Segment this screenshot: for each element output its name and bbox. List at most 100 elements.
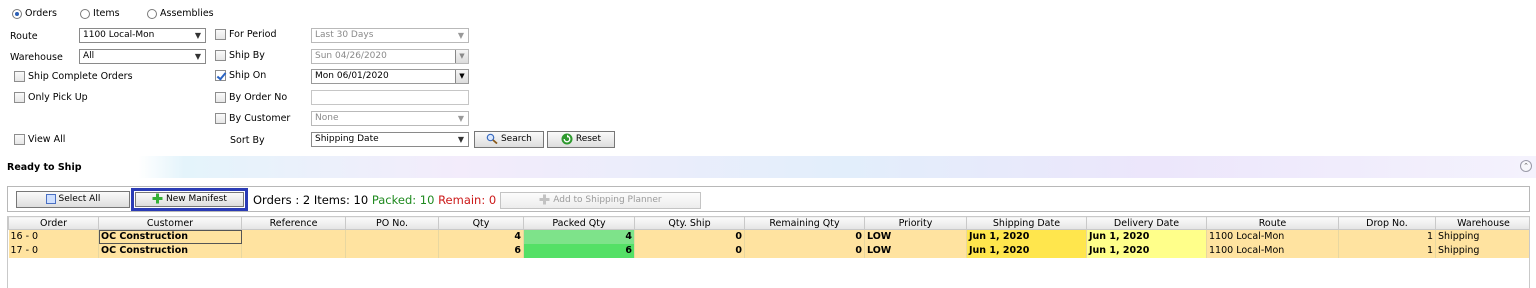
column-header-qty-ship[interactable]: Qty. Ship <box>634 216 745 230</box>
magnifier-icon <box>486 133 498 144</box>
assemblies-radio[interactable] <box>147 8 157 19</box>
customer-select[interactable]: None ▼ <box>311 111 469 126</box>
ship-on-label: Ship On <box>229 70 267 81</box>
cell-customer[interactable]: OC Construction <box>98 229 242 244</box>
chevron-down-icon: ▼ <box>457 31 465 40</box>
items-radio-label: Items <box>93 8 120 19</box>
orders-table: Order Customer Reference PO No. Qty Pack… <box>8 216 1529 258</box>
sort-by-label: Sort By <box>230 135 265 146</box>
cell-packed-qty: 6 <box>523 243 635 258</box>
refresh-icon <box>561 133 573 144</box>
grid-toolbar: Select All New Manifest Orders : 2 Items… <box>7 186 1530 212</box>
cell-packed-qty: 4 <box>523 229 635 244</box>
cell-qty: 6 <box>438 243 524 258</box>
assemblies-radio-label: Assemblies <box>160 8 214 19</box>
column-header-shipping-date[interactable]: Shipping Date <box>966 216 1087 230</box>
ship-by-date-picker[interactable]: Sun 04/26/2020 ▼ <box>311 49 469 64</box>
view-option-items[interactable]: Items <box>80 8 120 19</box>
cell-shipping-date: Jun 1, 2020 <box>966 243 1087 258</box>
calendar-dropdown-icon[interactable]: ▼ <box>455 70 468 83</box>
customer-select-value: None <box>315 113 339 123</box>
search-button[interactable]: Search <box>474 131 544 148</box>
column-header-remaining-qty[interactable]: Remaining Qty <box>744 216 865 230</box>
orders-grid: Order Customer Reference PO No. Qty Pack… <box>7 216 1530 288</box>
calendar-dropdown-icon[interactable]: ▼ <box>455 50 468 63</box>
route-select-value: 1100 Local-Mon <box>83 30 155 40</box>
view-option-assemblies[interactable]: Assemblies <box>147 8 214 19</box>
view-option-orders[interactable]: Orders <box>12 8 57 19</box>
column-header-priority[interactable]: Priority <box>864 216 967 230</box>
column-header-packed-qty[interactable]: Packed Qty <box>523 216 635 230</box>
ship-by-label: Ship By <box>229 50 265 61</box>
cell-po-no <box>345 229 439 244</box>
cell-warehouse: Shipping <box>1435 229 1529 244</box>
ship-on-date-picker[interactable]: Mon 06/01/2020 ▼ <box>311 69 469 84</box>
view-all-option[interactable]: View All <box>14 134 65 145</box>
new-manifest-button[interactable]: New Manifest <box>135 192 244 207</box>
route-select[interactable]: 1100 Local-Mon ▼ <box>79 28 206 43</box>
reset-button-label: Reset <box>575 134 602 144</box>
by-order-no-option[interactable]: By Order No <box>215 92 287 103</box>
section-title: Ready to Ship <box>7 162 82 173</box>
period-select-value: Last 30 Days <box>315 30 374 40</box>
double-chevron-up-icon[interactable]: ⌃ <box>1520 160 1532 172</box>
column-header-po-no[interactable]: PO No. <box>345 216 439 230</box>
by-order-no-checkbox[interactable] <box>215 92 226 103</box>
search-button-label: Search <box>500 134 532 144</box>
cell-po-no <box>345 243 439 258</box>
cell-priority: LOW <box>864 243 967 258</box>
only-pickup-checkbox[interactable] <box>14 92 25 103</box>
order-no-input[interactable] <box>311 90 469 105</box>
view-all-checkbox[interactable] <box>14 134 25 145</box>
column-header-qty[interactable]: Qty <box>438 216 524 230</box>
cell-reference <box>241 229 346 244</box>
warehouse-select[interactable]: All ▼ <box>79 49 206 64</box>
cell-delivery-date: Jun 1, 2020 <box>1086 229 1207 244</box>
new-manifest-highlight: New Manifest <box>131 188 248 211</box>
by-customer-checkbox[interactable] <box>215 113 226 124</box>
orders-radio[interactable] <box>12 8 22 19</box>
for-period-checkbox[interactable] <box>215 29 226 40</box>
add-planner-label: Add to Shipping Planner <box>553 195 662 205</box>
ship-by-checkbox[interactable] <box>215 50 226 61</box>
ship-on-checkbox[interactable] <box>215 70 226 81</box>
column-header-delivery-date[interactable]: Delivery Date <box>1086 216 1207 230</box>
for-period-option[interactable]: For Period <box>215 29 277 40</box>
table-header-row: Order Customer Reference PO No. Qty Pack… <box>8 216 1529 230</box>
ship-complete-orders-option[interactable]: Ship Complete Orders <box>14 71 133 82</box>
table-row[interactable]: 16 - 0 OC Construction 4 4 0 0 LOW Jun 1… <box>8 229 1529 244</box>
column-header-reference[interactable]: Reference <box>241 216 346 230</box>
cell-shipping-date: Jun 1, 2020 <box>966 229 1087 244</box>
for-period-label: For Period <box>229 29 277 40</box>
reset-button[interactable]: Reset <box>547 131 615 148</box>
column-header-route[interactable]: Route <box>1206 216 1339 230</box>
warehouse-label: Warehouse <box>10 52 63 63</box>
ship-on-date-value: Mon 06/01/2020 <box>315 71 389 81</box>
by-customer-label: By Customer <box>229 113 291 124</box>
period-select[interactable]: Last 30 Days ▼ <box>311 28 469 43</box>
cell-delivery-date: Jun 1, 2020 <box>1086 243 1207 258</box>
column-header-drop-no[interactable]: Drop No. <box>1338 216 1436 230</box>
sort-by-value: Shipping Date <box>315 134 379 144</box>
remain-count: Remain: 0 <box>438 193 497 207</box>
column-header-warehouse[interactable]: Warehouse <box>1435 216 1529 230</box>
only-pickup-option[interactable]: Only Pick Up <box>14 92 88 103</box>
column-header-order[interactable]: Order <box>8 216 99 230</box>
sort-by-select[interactable]: Shipping Date ▼ <box>311 132 469 147</box>
by-order-no-label: By Order No <box>229 92 288 103</box>
cell-remaining-qty: 0 <box>744 229 865 244</box>
table-row[interactable]: 17 - 0 OC Construction 6 6 0 0 LOW Jun 1… <box>8 243 1529 258</box>
by-customer-option[interactable]: By Customer <box>215 113 290 124</box>
add-to-shipping-planner-button[interactable]: Add to Shipping Planner <box>500 192 701 209</box>
order-summary: Orders : 2 Items: 10 Packed: 10 Remain: … <box>253 193 496 207</box>
cell-drop-no: 1 <box>1338 229 1436 244</box>
ship-complete-checkbox[interactable] <box>14 71 25 82</box>
ship-on-option[interactable]: Ship On <box>215 70 266 81</box>
items-radio[interactable] <box>80 8 90 19</box>
ship-by-option[interactable]: Ship By <box>215 50 265 61</box>
cell-qty: 4 <box>438 229 524 244</box>
cell-qty-ship: 0 <box>634 243 745 258</box>
cell-priority: LOW <box>864 229 967 244</box>
select-all-button[interactable]: Select All <box>16 191 130 208</box>
column-header-customer[interactable]: Customer <box>98 216 242 230</box>
